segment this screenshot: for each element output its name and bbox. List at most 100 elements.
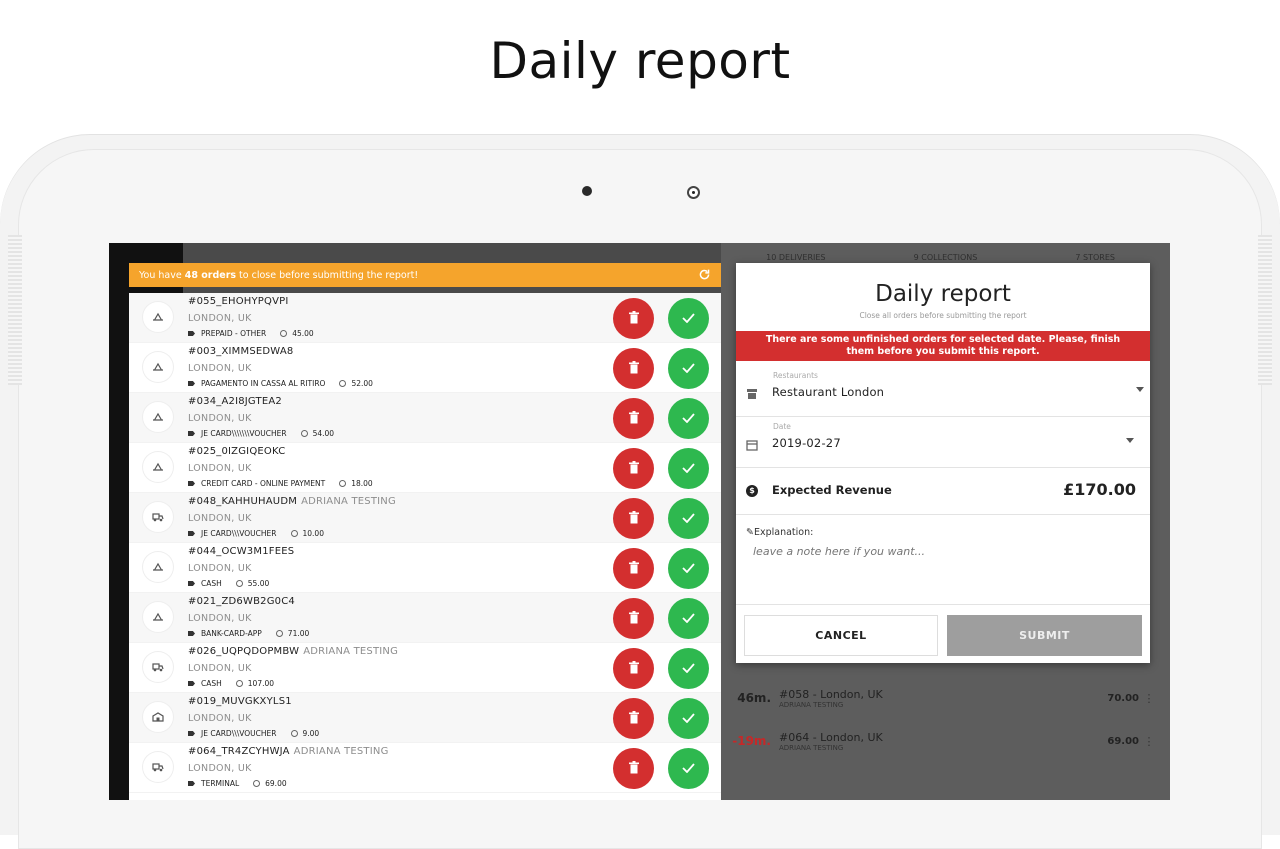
order-code: #055_EHOHYPQVPI <box>188 296 289 307</box>
more-icon[interactable]: ⋮ <box>1139 692 1159 705</box>
page-title: Daily report <box>489 32 791 90</box>
order-row[interactable]: #025_0IZGIQEOKC LONDON, UK CREDIT CARD - O… <box>129 443 721 493</box>
takeaway-icon <box>143 302 173 332</box>
order-amount: 55.00 <box>247 579 270 588</box>
refresh-icon[interactable] <box>698 268 711 281</box>
confirm-order-button[interactable] <box>668 348 709 389</box>
order-row[interactable]: #019_MUVGKXYLS1 LONDON, UK JE CARD\\\VOUCH… <box>129 693 721 743</box>
camera-lens <box>687 186 700 199</box>
order-payment: PAGAMENTO IN CASSA AL RITIRO 52.00 <box>188 379 373 388</box>
delete-order-button[interactable] <box>613 748 654 789</box>
order-row[interactable]: #034_A2I8JGTEA2 LONDON, UK JE CARD\\\\\\\V… <box>129 393 721 443</box>
submit-button[interactable]: SUBMIT <box>947 615 1142 656</box>
confirm-order-button[interactable] <box>668 748 709 789</box>
tag-icon <box>188 631 195 636</box>
delete-order-button[interactable] <box>613 448 654 489</box>
explanation-label: ✎Explanation: <box>746 527 814 538</box>
tag-icon <box>188 581 195 586</box>
order-code: #048_KAHHUHAUDM ADRIANA TESTING <box>188 496 396 507</box>
order-location: LONDON, UK <box>188 313 252 324</box>
order-row[interactable]: #003_XIMMSEDWA8 LONDON, UK PAGAMENTO IN CA… <box>129 343 721 393</box>
delete-order-button[interactable] <box>613 548 654 589</box>
app-screen: 10 DELIVERIES 9 COLLECTIONS 7 STORES 46m… <box>109 243 1170 800</box>
order-code: #026_UQPQDOPMBW ADRIANA TESTING <box>188 646 399 657</box>
order-location: LONDON, UK <box>188 463 252 474</box>
delivery-icon <box>143 652 173 682</box>
takeaway-icon <box>143 402 173 432</box>
order-amount: 9.00 <box>302 729 320 738</box>
takeaway-icon <box>143 552 173 582</box>
speaker-grille-left <box>8 235 22 385</box>
unfinished-order-list[interactable]: #055_EHOHYPQVPI LONDON, UK PREPAID - OTHER… <box>129 293 721 800</box>
more-icon[interactable]: ⋮ <box>1139 735 1159 748</box>
tab-collections[interactable]: 9 COLLECTIONS <box>871 253 1021 262</box>
customer-name: ADRIANA TESTING <box>303 646 399 657</box>
delete-order-button[interactable] <box>613 698 654 739</box>
order-code: #025_0IZGIQEOKC <box>188 446 286 457</box>
trash-icon <box>628 760 640 777</box>
delete-order-button[interactable] <box>613 348 654 389</box>
coin-icon <box>290 730 298 737</box>
order-location: LONDON, UK <box>188 763 252 774</box>
order-location: LONDON, UK <box>188 663 252 674</box>
restaurant-select[interactable]: Restaurants Restaurant London <box>736 366 1150 417</box>
dialog-title: Daily report <box>875 281 1011 307</box>
order-payment: TERMINAL 69.00 <box>188 779 287 788</box>
background-order-row[interactable]: 46m. #058 - London, UK ADRIANA TESTING 70… <box>721 679 1170 717</box>
order-location: LONDON, UK <box>188 563 252 574</box>
cancel-button[interactable]: CANCEL <box>744 615 938 656</box>
expected-revenue-label: Expected Revenue <box>772 483 892 497</box>
order-payment: JE CARD\\\\\\\VOUCHER 54.00 <box>188 429 334 438</box>
takeaway-icon <box>143 352 173 382</box>
tag-icon <box>188 681 195 686</box>
order-payment: PREPAID - OTHER 45.00 <box>188 329 314 338</box>
order-amount: 18.00 <box>351 479 373 488</box>
order-row[interactable]: #026_UQPQDOPMBW ADRIANA TESTING LONDON, UK… <box>129 643 721 693</box>
order-row[interactable]: #064_TR4ZCYHWJA ADRIANA TESTING LONDON, UK… <box>129 743 721 793</box>
order-code: #064_TR4ZCYHWJA ADRIANA TESTING <box>188 746 389 757</box>
explanation-input[interactable] <box>753 545 1133 605</box>
confirm-order-button[interactable] <box>668 648 709 689</box>
coin-icon <box>275 630 283 637</box>
confirm-order-button[interactable] <box>668 298 709 339</box>
confirm-order-button[interactable] <box>668 448 709 489</box>
coin-icon <box>300 430 308 437</box>
chevron-down-icon[interactable] <box>1126 438 1134 443</box>
tab-deliveries[interactable]: 10 DELIVERIES <box>721 253 871 262</box>
tag-icon <box>188 481 195 486</box>
check-icon <box>682 661 695 676</box>
order-amount: 45.00 <box>292 329 314 338</box>
confirm-order-button[interactable] <box>668 698 709 739</box>
background-order-row[interactable]: -19m. #064 - London, UK ADRIANA TESTING 6… <box>721 722 1170 760</box>
delivery-icon <box>143 752 173 782</box>
store-icon <box>143 702 173 732</box>
delete-order-button[interactable] <box>613 298 654 339</box>
order-row[interactable]: #044_OCW3M1FEES LONDON, UK CASH 55.00 <box>129 543 721 593</box>
confirm-order-button[interactable] <box>668 548 709 589</box>
order-row[interactable]: #048_KAHHUHAUDM ADRIANA TESTING LONDON, UK… <box>129 493 721 543</box>
customer-name: ADRIANA TESTING <box>293 746 389 757</box>
chevron-down-icon[interactable] <box>1136 387 1144 392</box>
order-location: LONDON, UK <box>188 363 252 374</box>
order-code: #003_XIMMSEDWA8 <box>188 346 294 357</box>
order-row[interactable]: #055_EHOHYPQVPI LONDON, UK PREPAID - OTHER… <box>129 293 721 343</box>
dialog-subtitle: Close all orders before submitting the r… <box>859 311 1027 320</box>
check-icon <box>682 461 695 476</box>
date-select[interactable]: Date 2019-02-27 <box>736 417 1150 468</box>
delete-order-button[interactable] <box>613 598 654 639</box>
delete-order-button[interactable] <box>613 498 654 539</box>
tag-icon <box>188 431 195 436</box>
order-payment: JE CARD\\\VOUCHER 10.00 <box>188 529 324 538</box>
tab-stores[interactable]: 7 STORES <box>1020 253 1170 262</box>
confirm-order-button[interactable] <box>668 398 709 439</box>
delivery-icon <box>143 502 173 532</box>
tag-icon <box>188 531 195 536</box>
delete-order-button[interactable] <box>613 398 654 439</box>
confirm-order-button[interactable] <box>668 598 709 639</box>
check-icon <box>682 411 695 426</box>
confirm-order-button[interactable] <box>668 498 709 539</box>
trash-icon <box>628 560 640 577</box>
order-row[interactable]: #021_ZD6WB2G0C4 LONDON, UK BANK-CARD-APP 71… <box>129 593 721 643</box>
order-amount: 54.00 <box>312 429 335 438</box>
delete-order-button[interactable] <box>613 648 654 689</box>
